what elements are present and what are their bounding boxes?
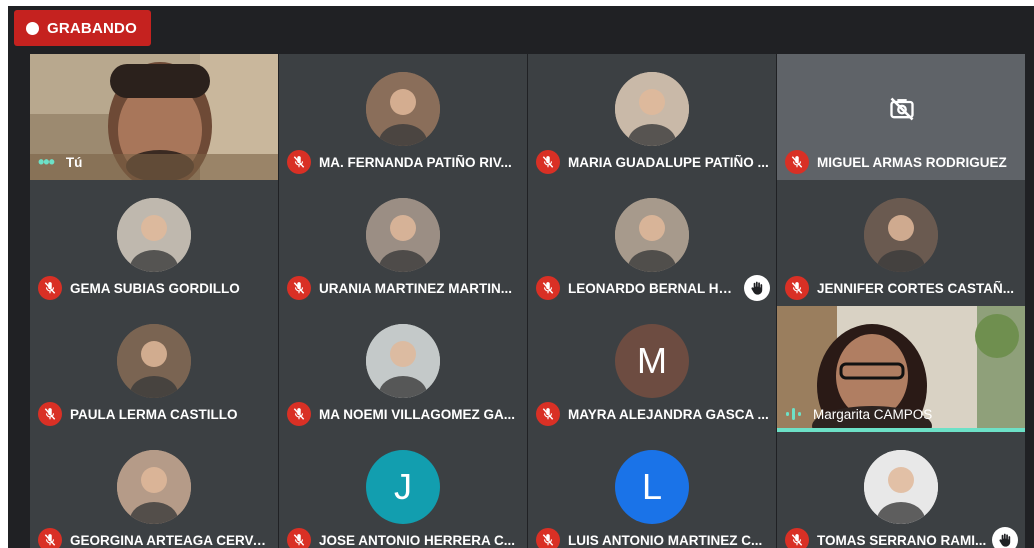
avatar-photo [615, 72, 689, 146]
avatar-initial: J [366, 450, 440, 524]
participant-name: PAULA LERMA CASTILLO [70, 406, 238, 422]
participant-tile[interactable]: MA NOEMI VILLAGOMEZ GA... [279, 306, 527, 432]
participant-name: GEMA SUBIAS GORDILLO [70, 280, 240, 296]
participant-name: LEONARDO BERNAL HA... [568, 280, 738, 296]
mic-off-icon [38, 276, 62, 300]
participant-name-bar: JENNIFER CORTES CASTAÑ... [785, 276, 1019, 300]
participant-tile[interactable]: L LUIS ANTONIO MARTINEZ C... [528, 432, 776, 548]
participant-name-bar: GEMA SUBIAS GORDILLO [38, 276, 272, 300]
participant-name-bar: Margarita CAMPOS [785, 402, 1019, 426]
participant-name: GEORGINA ARTEAGA CERVA... [70, 532, 272, 548]
avatar-photo [117, 198, 191, 272]
participant-tile[interactable]: MIGUEL ARMAS RODRIGUEZ [777, 54, 1025, 180]
speaking-indicator-icon [785, 407, 803, 421]
meeting-grid: GRABANDO ••• Tú MA. FERNANDA PATIÑO RIV.… [8, 6, 1034, 548]
avatar-photo [366, 72, 440, 146]
participant-name-bar: MA NOEMI VILLAGOMEZ GA... [287, 402, 521, 426]
mic-off-icon [536, 276, 560, 300]
avatar-photo [864, 198, 938, 272]
self-tile[interactable]: ••• Tú [30, 54, 278, 180]
mic-off-icon [287, 402, 311, 426]
participant-tile[interactable]: M MAYRA ALEJANDRA GASCA ... [528, 306, 776, 432]
recording-badge[interactable]: GRABANDO [14, 10, 151, 46]
participant-name: JOSE ANTONIO HERRERA C... [319, 532, 516, 548]
avatar-photo [366, 324, 440, 398]
raised-hand-icon [744, 275, 770, 301]
mic-off-icon [536, 150, 560, 174]
mic-off-icon [536, 402, 560, 426]
audio-dots-icon: ••• [38, 151, 55, 172]
participant-name-bar: URANIA MARTINEZ MARTIN... [287, 276, 521, 300]
avatar-photo [864, 450, 938, 524]
recording-label: GRABANDO [47, 19, 137, 37]
avatar-initial: M [615, 324, 689, 398]
self-name: Tú [65, 154, 83, 170]
participant-name: MA. FERNANDA PATIÑO RIV... [319, 154, 512, 170]
participant-tile[interactable]: GEORGINA ARTEAGA CERVA... [30, 432, 278, 548]
raised-hand-icon [992, 527, 1019, 548]
mic-off-icon [536, 528, 560, 548]
participant-tile[interactable]: JENNIFER CORTES CASTAÑ... [777, 180, 1025, 306]
participant-name-bar: LEONARDO BERNAL HA... [536, 275, 770, 301]
participant-tile[interactable]: J JOSE ANTONIO HERRERA C... [279, 432, 527, 548]
participant-name: MAYRA ALEJANDRA GASCA ... [568, 406, 769, 422]
participant-name-bar: GEORGINA ARTEAGA CERVA... [38, 528, 272, 548]
mic-off-icon [287, 276, 311, 300]
camera-off-icon [888, 95, 916, 128]
participant-name: MA NOEMI VILLAGOMEZ GA... [319, 406, 515, 422]
participant-name: LUIS ANTONIO MARTINEZ C... [568, 532, 763, 548]
participant-name: MARIA GUADALUPE PATIÑO ... [568, 154, 769, 170]
participant-tile[interactable]: MA. FERNANDA PATIÑO RIV... [279, 54, 527, 180]
participant-name-bar: MAYRA ALEJANDRA GASCA ... [536, 402, 770, 426]
participant-name: MIGUEL ARMAS RODRIGUEZ [817, 154, 1007, 170]
participant-tile[interactable]: MARIA GUADALUPE PATIÑO ... [528, 54, 776, 180]
participant-name-bar: JOSE ANTONIO HERRERA C... [287, 528, 521, 548]
avatar-photo [366, 198, 440, 272]
participant-name-bar: MIGUEL ARMAS RODRIGUEZ [785, 150, 1019, 174]
participant-name: Margarita CAMPOS [813, 406, 933, 422]
participant-name: URANIA MARTINEZ MARTIN... [319, 280, 512, 296]
recording-dot-icon [26, 21, 39, 35]
avatar-photo [117, 324, 191, 398]
page-frame: GRABANDO ••• Tú MA. FERNANDA PATIÑO RIV.… [0, 0, 1034, 548]
participant-name-bar: PAULA LERMA CASTILLO [38, 402, 272, 426]
participant-name-bar: LUIS ANTONIO MARTINEZ C... [536, 528, 770, 548]
mic-off-icon [785, 150, 809, 174]
avatar-photo [615, 198, 689, 272]
participant-tile[interactable]: Margarita CAMPOS [777, 306, 1025, 432]
participant-name-bar: MARIA GUADALUPE PATIÑO ... [536, 150, 770, 174]
mic-off-icon [38, 402, 62, 426]
mic-off-icon [785, 276, 809, 300]
participant-tile[interactable]: LEONARDO BERNAL HA... [528, 180, 776, 306]
participant-tile[interactable]: TOMAS SERRANO RAMI... [777, 432, 1025, 548]
participant-name-bar: TOMAS SERRANO RAMI... [785, 527, 1019, 548]
mic-off-icon [785, 528, 809, 548]
participant-tile[interactable]: PAULA LERMA CASTILLO [30, 306, 278, 432]
participant-name: JENNIFER CORTES CASTAÑ... [817, 280, 1015, 296]
participant-tile[interactable]: GEMA SUBIAS GORDILLO [30, 180, 278, 306]
participant-name-bar: MA. FERNANDA PATIÑO RIV... [287, 150, 521, 174]
participant-name: TOMAS SERRANO RAMI... [817, 532, 987, 548]
mic-off-icon [287, 150, 311, 174]
participant-tile[interactable]: URANIA MARTINEZ MARTIN... [279, 180, 527, 306]
self-name-bar: ••• Tú [38, 150, 272, 174]
mic-off-icon [287, 528, 311, 548]
avatar-photo [117, 450, 191, 524]
mic-off-icon [38, 528, 62, 548]
avatar-initial: L [615, 450, 689, 524]
